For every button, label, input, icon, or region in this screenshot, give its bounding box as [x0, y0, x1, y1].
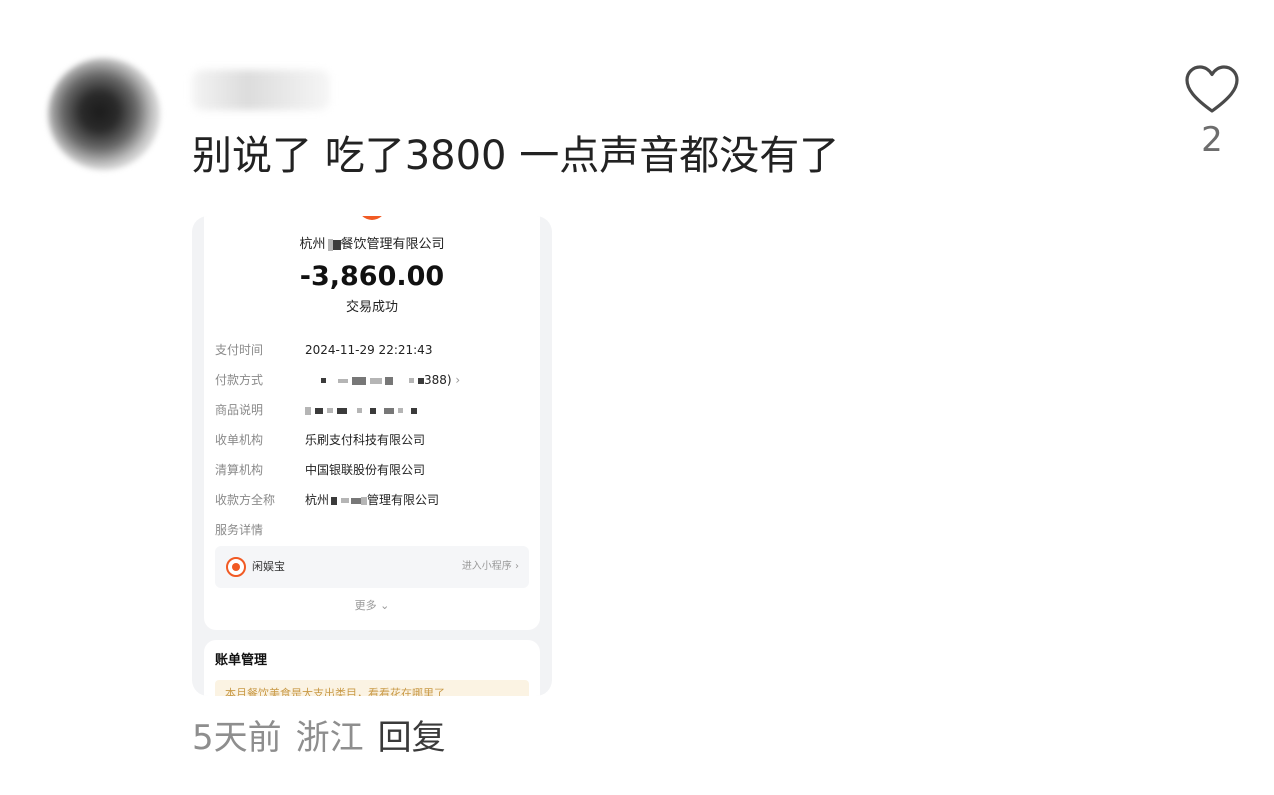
row-label: 收单机构	[215, 433, 264, 447]
comment-item: 别说了 吃了3800 一点声音都没有了 2 杭州 餐饮管理有限公司 -3,860.…	[0, 0, 1274, 795]
row-label: 收款方全称	[215, 493, 276, 507]
avatar[interactable]	[48, 58, 160, 170]
row-value: 2024-11-29 22:21:43	[305, 343, 433, 357]
xianyubao-logo-icon	[226, 557, 246, 577]
row-value-prefix: 杭州	[305, 493, 330, 507]
row-value-redacted	[305, 401, 417, 419]
row-label: 商品说明	[215, 403, 264, 417]
bill-banner[interactable]: 本月餐饮美食是大支出类目，看看花在哪里了	[215, 680, 529, 696]
service-name: 闲娱宝	[252, 560, 285, 573]
service-link-label: 进入小程序	[461, 561, 512, 572]
row-value-suffix: 管理有限公司	[367, 493, 440, 507]
more-button[interactable]: 更多 ⌄	[192, 598, 552, 614]
merchant-prefix: 杭州	[299, 237, 326, 252]
service-link[interactable]: 进入小程序 ›	[462, 558, 519, 576]
row-label: 付款方式	[215, 373, 264, 387]
row-value-redacted: 杭州 管理有限公司	[305, 491, 439, 509]
row-label: 支付时间	[215, 343, 264, 357]
comment-location: 浙江	[295, 718, 364, 758]
chevron-right-icon: ›	[515, 561, 519, 572]
more-label: 更多	[354, 599, 377, 612]
receipt-merchant: 杭州 餐饮管理有限公司	[192, 236, 552, 254]
row-label: 清算机构	[215, 463, 264, 477]
row-value: 乐刷支付科技有限公司	[305, 433, 426, 447]
heart-outline-icon[interactable]	[1184, 64, 1240, 116]
receipt-row: 收单机构 乐刷支付科技有限公司	[215, 431, 535, 449]
receipt-status: 交易成功	[345, 300, 398, 315]
comment-meta: 5天前 浙江 回复	[192, 714, 446, 762]
receipt-row[interactable]: 付款方式 388) ›	[215, 371, 535, 389]
service-entry[interactable]: 闲娱宝 进入小程序 ›	[215, 546, 529, 588]
receipt-amount: -3,860.00	[299, 261, 445, 292]
row-value: 中国银联股份有限公司	[305, 463, 426, 477]
banner-text: 本月餐饮美食是大支出类目，看看花在哪里了	[225, 687, 445, 696]
receipt-row: 收款方全称 杭州 管理有限公司	[215, 491, 535, 509]
chevron-right-icon: ›	[455, 373, 461, 387]
comment-image-receipt[interactable]: 杭州 餐饮管理有限公司 -3,860.00 交易成功 支付时间 2024-11-2…	[192, 216, 552, 696]
row-value: 388)	[424, 373, 452, 387]
row-value-redacted: 388) ›	[305, 371, 460, 389]
chevron-down-icon: ⌄	[380, 599, 390, 612]
receipt-row: 商品说明	[215, 401, 535, 419]
bill-title: 账单管理	[215, 653, 268, 668]
like-count: 2	[1201, 120, 1223, 160]
comment-time: 5天前	[192, 718, 282, 758]
receipt-row: 清算机构 中国银联股份有限公司	[215, 461, 535, 479]
receipt-row: 服务详情	[215, 521, 535, 539]
bill-management-card: 账单管理 本月餐饮美食是大支出类目，看看花在哪里了	[204, 640, 540, 696]
row-label: 服务详情	[215, 523, 264, 537]
receipt-row: 支付时间 2024-11-29 22:21:43	[215, 341, 535, 359]
merchant-suffix: 餐饮管理有限公司	[340, 237, 445, 252]
reply-button[interactable]: 回复	[378, 718, 446, 758]
username[interactable]	[192, 70, 330, 110]
comment-text: 别说了 吃了3800 一点声音都没有了	[192, 133, 840, 179]
